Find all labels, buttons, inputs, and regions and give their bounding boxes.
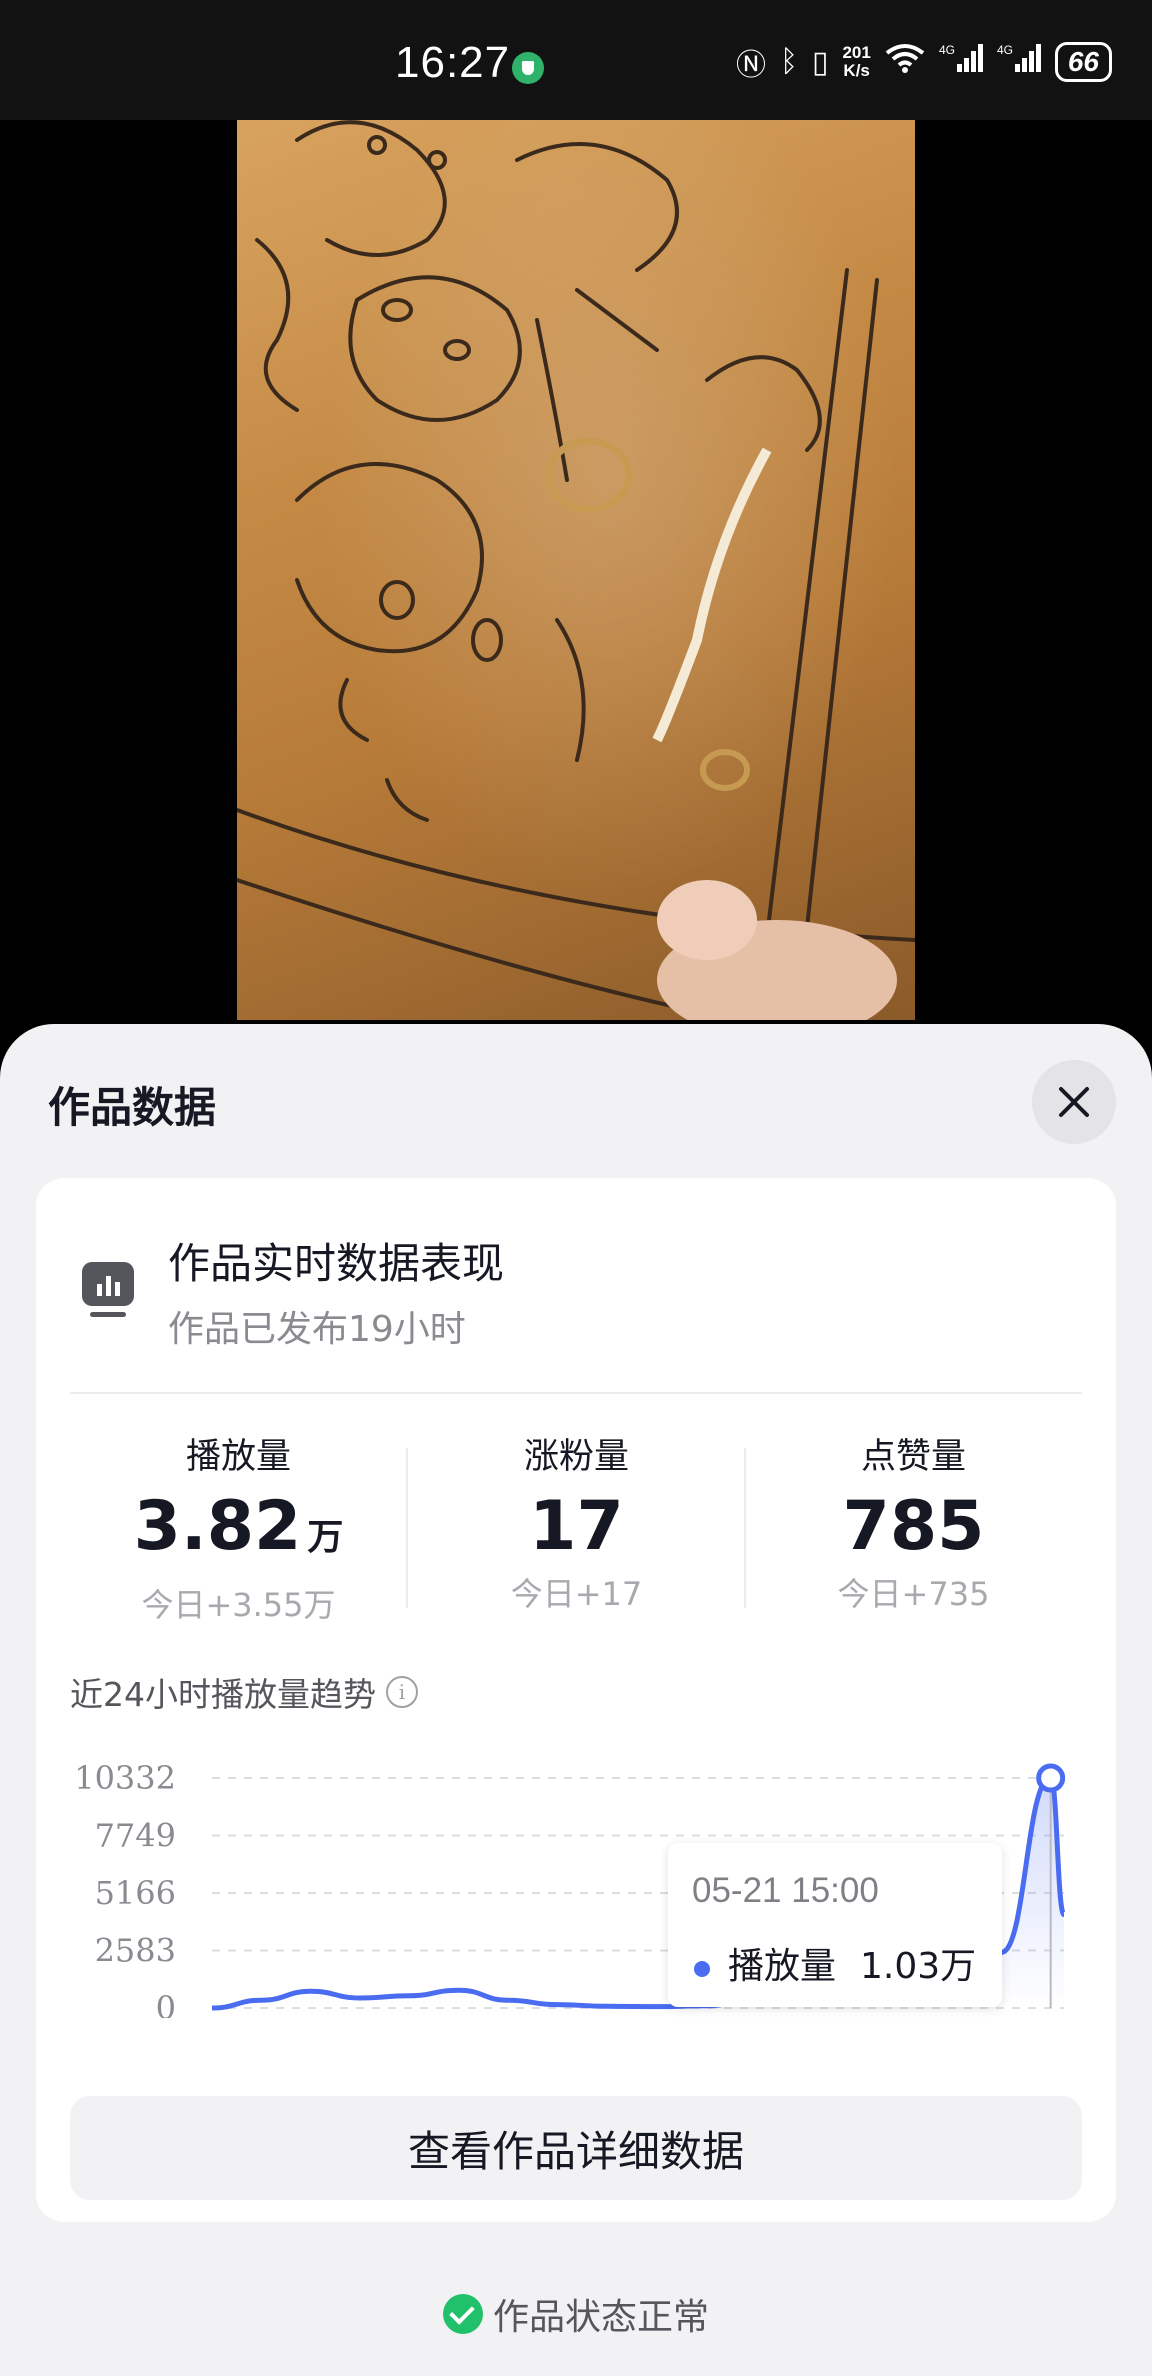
card-title: 作品实时数据表现: [168, 1239, 505, 1288]
nfc-icon: Ⓝ: [735, 49, 766, 82]
bluetooth-icon: ᛒ: [779, 45, 798, 78]
y-tick-label: 5166: [95, 1874, 176, 1912]
data-card: 作品实时数据表现 作品已发布19小时 播放量 3.82 万 今日+3.55万 涨粉…: [36, 1178, 1116, 2222]
close-icon: [1059, 1087, 1089, 1117]
y-tick-label: 0: [156, 1989, 176, 2018]
tooltip-time: 05-21 15:00: [692, 1871, 879, 1910]
work-status-text: 作品状态正常: [492, 2297, 709, 2338]
svg-text:4G: 4G: [939, 43, 955, 57]
y-tick-label: 2583: [95, 1932, 176, 1970]
stat-value: 785: [842, 1487, 985, 1566]
chart-icon: [80, 1260, 136, 1318]
signal-icon: 4G: [939, 42, 983, 82]
vibrate-icon: ▯: [811, 45, 829, 79]
battery-icon: 66: [1054, 42, 1112, 82]
y-tick-label: 7749: [95, 1817, 176, 1855]
network-speed: 201 K/s: [842, 43, 871, 80]
sheet-title: 作品数据: [48, 1083, 217, 1132]
signal-icon: 4G: [997, 42, 1041, 82]
series-dot: [694, 1961, 710, 1977]
highlight-point[interactable]: [1036, 1763, 1066, 1793]
divider: [70, 1392, 1082, 1394]
shield-icon: [512, 52, 544, 84]
stat-likes: 点赞量 785 今日+735: [745, 1428, 1082, 1615]
status-bar: 16:27 Ⓝ ᛒ ▯ 201 K/s 4G 4G 66: [0, 0, 1152, 120]
stat-today: 今日+17: [510, 1575, 643, 1613]
wood-carving-drawing: [237, 120, 915, 1020]
stat-today: 今日+735: [837, 1575, 990, 1613]
wifi-icon: [885, 43, 925, 81]
work-status: 作品状态正常: [0, 2288, 1152, 2340]
stat-plays: 播放量 3.82 万 今日+3.55万: [70, 1428, 407, 1626]
stat-value: 17: [529, 1487, 624, 1566]
published-time: 作品已发布19小时: [168, 1309, 466, 1350]
close-button[interactable]: [1032, 1060, 1116, 1144]
stat-label: 涨粉量: [523, 1437, 629, 1477]
video-thumbnail[interactable]: [237, 120, 915, 1020]
stat-value: 3.82 万: [133, 1487, 344, 1566]
view-details-button[interactable]: 查看作品详细数据: [70, 2096, 1082, 2200]
stat-label: 点赞量: [860, 1437, 966, 1477]
status-icons: Ⓝ ᛒ ▯ 201 K/s 4G 4G 66: [736, 40, 1112, 84]
work-data-sheet: 作品数据 作品实时数据表现 作品已发布19小时 播放量 3.82 万 今日+3.5…: [0, 1024, 1152, 2376]
status-time: 16:27: [395, 38, 511, 87]
svg-text:4G: 4G: [997, 43, 1013, 57]
stat-today: 今日+3.55万: [141, 1586, 336, 1624]
trend-title: 近24小时播放量趋势 i: [70, 1668, 418, 1716]
chart-tooltip: 05-21 15:00 播放量 1.03万: [668, 1843, 1002, 2007]
stat-label: 播放量: [185, 1437, 291, 1477]
tooltip-value: 1.03万: [860, 1946, 977, 1987]
y-tick-label: 10332: [74, 1759, 176, 1797]
stats-row: 播放量 3.82 万 今日+3.55万 涨粉量 17 今日+17 点赞量 785 …: [70, 1428, 1082, 1624]
stat-followers: 涨粉量 17 今日+17: [408, 1428, 745, 1615]
tooltip-series: 播放量: [728, 1946, 837, 1987]
check-circle-icon: [442, 2294, 483, 2334]
info-icon[interactable]: i: [386, 1676, 418, 1708]
